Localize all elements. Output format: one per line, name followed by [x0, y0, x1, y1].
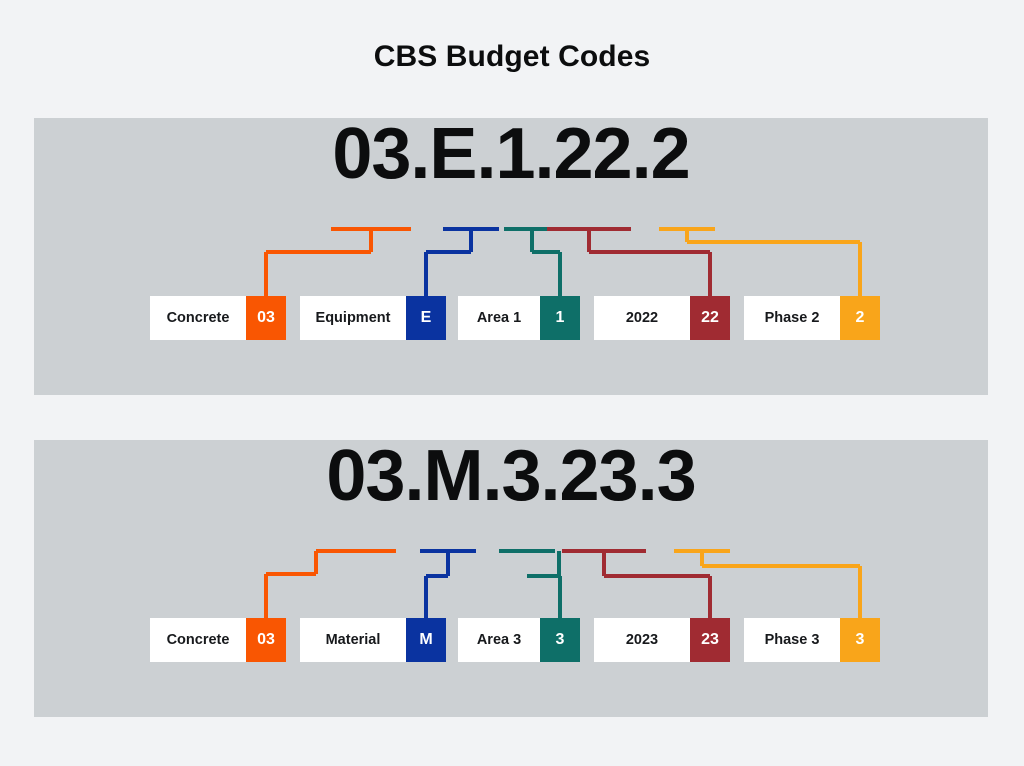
segment-code: M	[406, 618, 446, 662]
segment-chip-year-1[interactable]: 2022 22	[594, 296, 730, 340]
segment-chip-concrete-1[interactable]: Concrete 03	[150, 296, 286, 340]
segment-label: Phase 2	[744, 296, 840, 340]
segment-code: 3	[840, 618, 880, 662]
segment-chip-year-2[interactable]: 2023 23	[594, 618, 730, 662]
segment-chip-concrete-2[interactable]: Concrete 03	[150, 618, 286, 662]
segment-label: 2022	[594, 296, 690, 340]
page-title: CBS Budget Codes	[373, 40, 651, 73]
segment-code: 23	[690, 618, 730, 662]
segment-code: 03	[246, 618, 286, 662]
budget-code-panel-1: 03.E.1.22.2 Concrete 03 Equipment E Area…	[34, 118, 988, 395]
segment-label: 2023	[594, 618, 690, 662]
segment-chip-phase-2[interactable]: Phase 3 3	[744, 618, 880, 662]
segment-label: Concrete	[150, 618, 246, 662]
budget-code-panel-2: 03.M.3.23.3 Concrete 03 Material M Area …	[34, 440, 988, 717]
budget-code-display-2: 03.M.3.23.3	[326, 436, 696, 516]
segment-code: 1	[540, 296, 580, 340]
segment-chip-equipment-1[interactable]: Equipment E	[300, 296, 446, 340]
segment-code: 2	[840, 296, 880, 340]
segment-label: Area 1	[458, 296, 540, 340]
segment-label: Phase 3	[744, 618, 840, 662]
segment-code: 22	[690, 296, 730, 340]
segment-chip-area-1[interactable]: Area 1 1	[458, 296, 580, 340]
segment-code: E	[406, 296, 446, 340]
segment-chip-row-2: Concrete 03 Material M Area 3 3 2023 23 …	[34, 618, 988, 662]
segment-code: 3	[540, 618, 580, 662]
segment-code: 03	[246, 296, 286, 340]
segment-label: Area 3	[458, 618, 540, 662]
segment-label: Equipment	[300, 296, 406, 340]
segment-chip-area-2[interactable]: Area 3 3	[458, 618, 580, 662]
segment-label: Material	[300, 618, 406, 662]
budget-code-display-1: 03.E.1.22.2	[332, 114, 690, 194]
segment-chip-phase-1[interactable]: Phase 2 2	[744, 296, 880, 340]
segment-label: Concrete	[150, 296, 246, 340]
segment-chip-row-1: Concrete 03 Equipment E Area 1 1 2022 22…	[34, 296, 988, 340]
segment-chip-material-2[interactable]: Material M	[300, 618, 446, 662]
